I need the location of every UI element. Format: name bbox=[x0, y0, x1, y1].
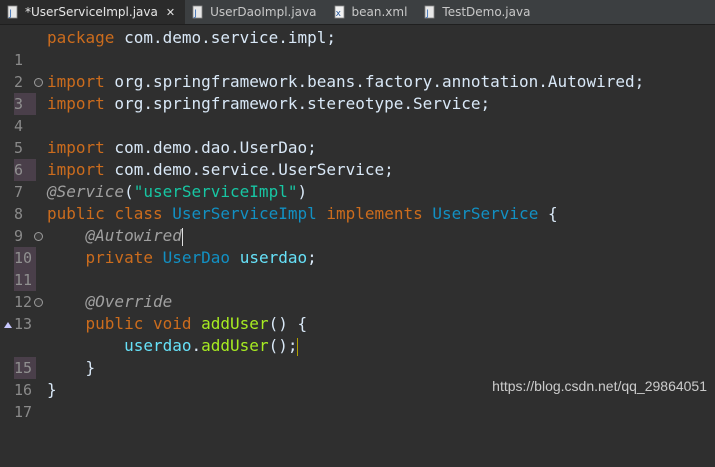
keyword: package bbox=[47, 28, 115, 47]
closing-brace: } bbox=[47, 380, 57, 399]
code-line: 4 import org.springframework.stereotype.… bbox=[0, 93, 715, 135]
tab-bean-xml[interactable]: x bean.xml bbox=[327, 0, 418, 24]
annotation: @Override bbox=[85, 292, 173, 311]
punctuation: ( bbox=[124, 182, 134, 201]
keyword: import bbox=[47, 138, 105, 157]
svg-text:x: x bbox=[335, 9, 341, 19]
import-path: com.demo.dao.UserDao; bbox=[104, 138, 317, 157]
tab-label: bean.xml bbox=[351, 5, 408, 19]
code-line: 9 public class UserServiceImpl implement… bbox=[0, 203, 715, 245]
punctuation: . bbox=[191, 336, 202, 355]
fold-toggle-icon[interactable] bbox=[34, 232, 43, 241]
import-path: com.demo.service.UserService; bbox=[104, 160, 394, 179]
editor-tab-bar: J *UserServiceImpl.java ✕ J UserDaoImpl.… bbox=[0, 0, 715, 25]
keyword: import bbox=[47, 72, 105, 91]
java-file-icon: J bbox=[423, 5, 437, 19]
line-number: 17 bbox=[14, 403, 33, 421]
import-path: org.springframework.stereotype.Service; bbox=[104, 94, 491, 113]
close-icon[interactable]: ✕ bbox=[166, 6, 175, 19]
punctuation: () { bbox=[268, 314, 308, 333]
code-editor[interactable]: 1 package com.demo.service.impl; 2 3 imp… bbox=[0, 25, 715, 421]
code-line: 14 public void addUser() { bbox=[0, 313, 715, 377]
code-line: 2 bbox=[0, 49, 715, 91]
punctuation: { bbox=[538, 204, 558, 223]
code-line: 13 @Override bbox=[0, 291, 715, 333]
annotation: @Autowired bbox=[85, 226, 182, 245]
keyword: void bbox=[152, 314, 192, 333]
keyword: implements bbox=[326, 204, 423, 223]
java-file-icon: J bbox=[191, 5, 205, 19]
svg-text:J: J bbox=[193, 9, 197, 19]
class-name: UserDao bbox=[162, 248, 231, 267]
text-cursor bbox=[297, 337, 299, 356]
keyword: private bbox=[85, 248, 153, 267]
code-line: 16 } bbox=[0, 357, 715, 399]
code-line: 7 import com.demo.service.UserService; bbox=[0, 159, 715, 201]
import-path: org.springframework.beans.factory.annota… bbox=[104, 72, 645, 91]
punctuation: ; bbox=[307, 248, 317, 267]
field-name: userdao bbox=[124, 336, 192, 355]
code-line: 8 @Service("userServiceImpl") bbox=[0, 181, 715, 223]
keyword: class bbox=[114, 204, 163, 223]
code-line: 12 bbox=[0, 269, 715, 311]
annotation: @Service bbox=[47, 182, 125, 201]
tab-userdaoimpl[interactable]: J UserDaoImpl.java bbox=[185, 0, 326, 24]
svg-text:J: J bbox=[426, 9, 430, 19]
keyword: import bbox=[47, 94, 105, 113]
fold-toggle-icon[interactable] bbox=[34, 78, 43, 87]
code-line: 5 bbox=[0, 115, 715, 157]
xml-file-icon: x bbox=[333, 5, 347, 19]
tab-label: *UserServiceImpl.java bbox=[25, 5, 158, 19]
java-file-icon: J bbox=[6, 5, 20, 19]
code-line: 15 userdao.addUser(); bbox=[0, 335, 715, 379]
package-name: com.demo.service.impl; bbox=[114, 28, 336, 47]
tab-label: UserDaoImpl.java bbox=[210, 5, 317, 19]
closing-brace: } bbox=[85, 358, 96, 377]
tab-userserviceimpl[interactable]: J *UserServiceImpl.java ✕ bbox=[0, 0, 186, 24]
code-line: 3 import org.springframework.beans.facto… bbox=[0, 71, 715, 115]
interface-name: UserService bbox=[432, 204, 539, 223]
override-marker-icon[interactable] bbox=[4, 322, 12, 328]
watermark-text: https://blog.csdn.net/qq_29864051 bbox=[492, 378, 707, 394]
keyword: public bbox=[47, 204, 105, 223]
keyword: import bbox=[47, 160, 105, 179]
field-name: userdao bbox=[239, 248, 308, 267]
punctuation: (); bbox=[268, 336, 298, 355]
tab-testdemo[interactable]: J TestDemo.java bbox=[417, 0, 540, 24]
code-line: 10 @Autowired bbox=[0, 225, 715, 269]
code-line: 6 import com.demo.dao.UserDao; bbox=[0, 137, 715, 181]
punctuation: ) bbox=[297, 182, 308, 201]
class-name: UserServiceImpl bbox=[172, 204, 317, 223]
keyword: public bbox=[85, 314, 144, 333]
code-line: 11 private UserDao userdao; bbox=[0, 247, 715, 291]
method-name: addUser bbox=[201, 314, 269, 333]
tab-label: TestDemo.java bbox=[442, 5, 531, 19]
svg-text:J: J bbox=[8, 9, 12, 19]
fold-toggle-icon[interactable] bbox=[34, 298, 43, 307]
method-call: addUser bbox=[201, 336, 269, 355]
code-line: 1 package com.demo.service.impl; bbox=[0, 27, 715, 69]
string-literal: "userServiceImpl" bbox=[133, 182, 298, 201]
text-cursor bbox=[181, 227, 183, 246]
